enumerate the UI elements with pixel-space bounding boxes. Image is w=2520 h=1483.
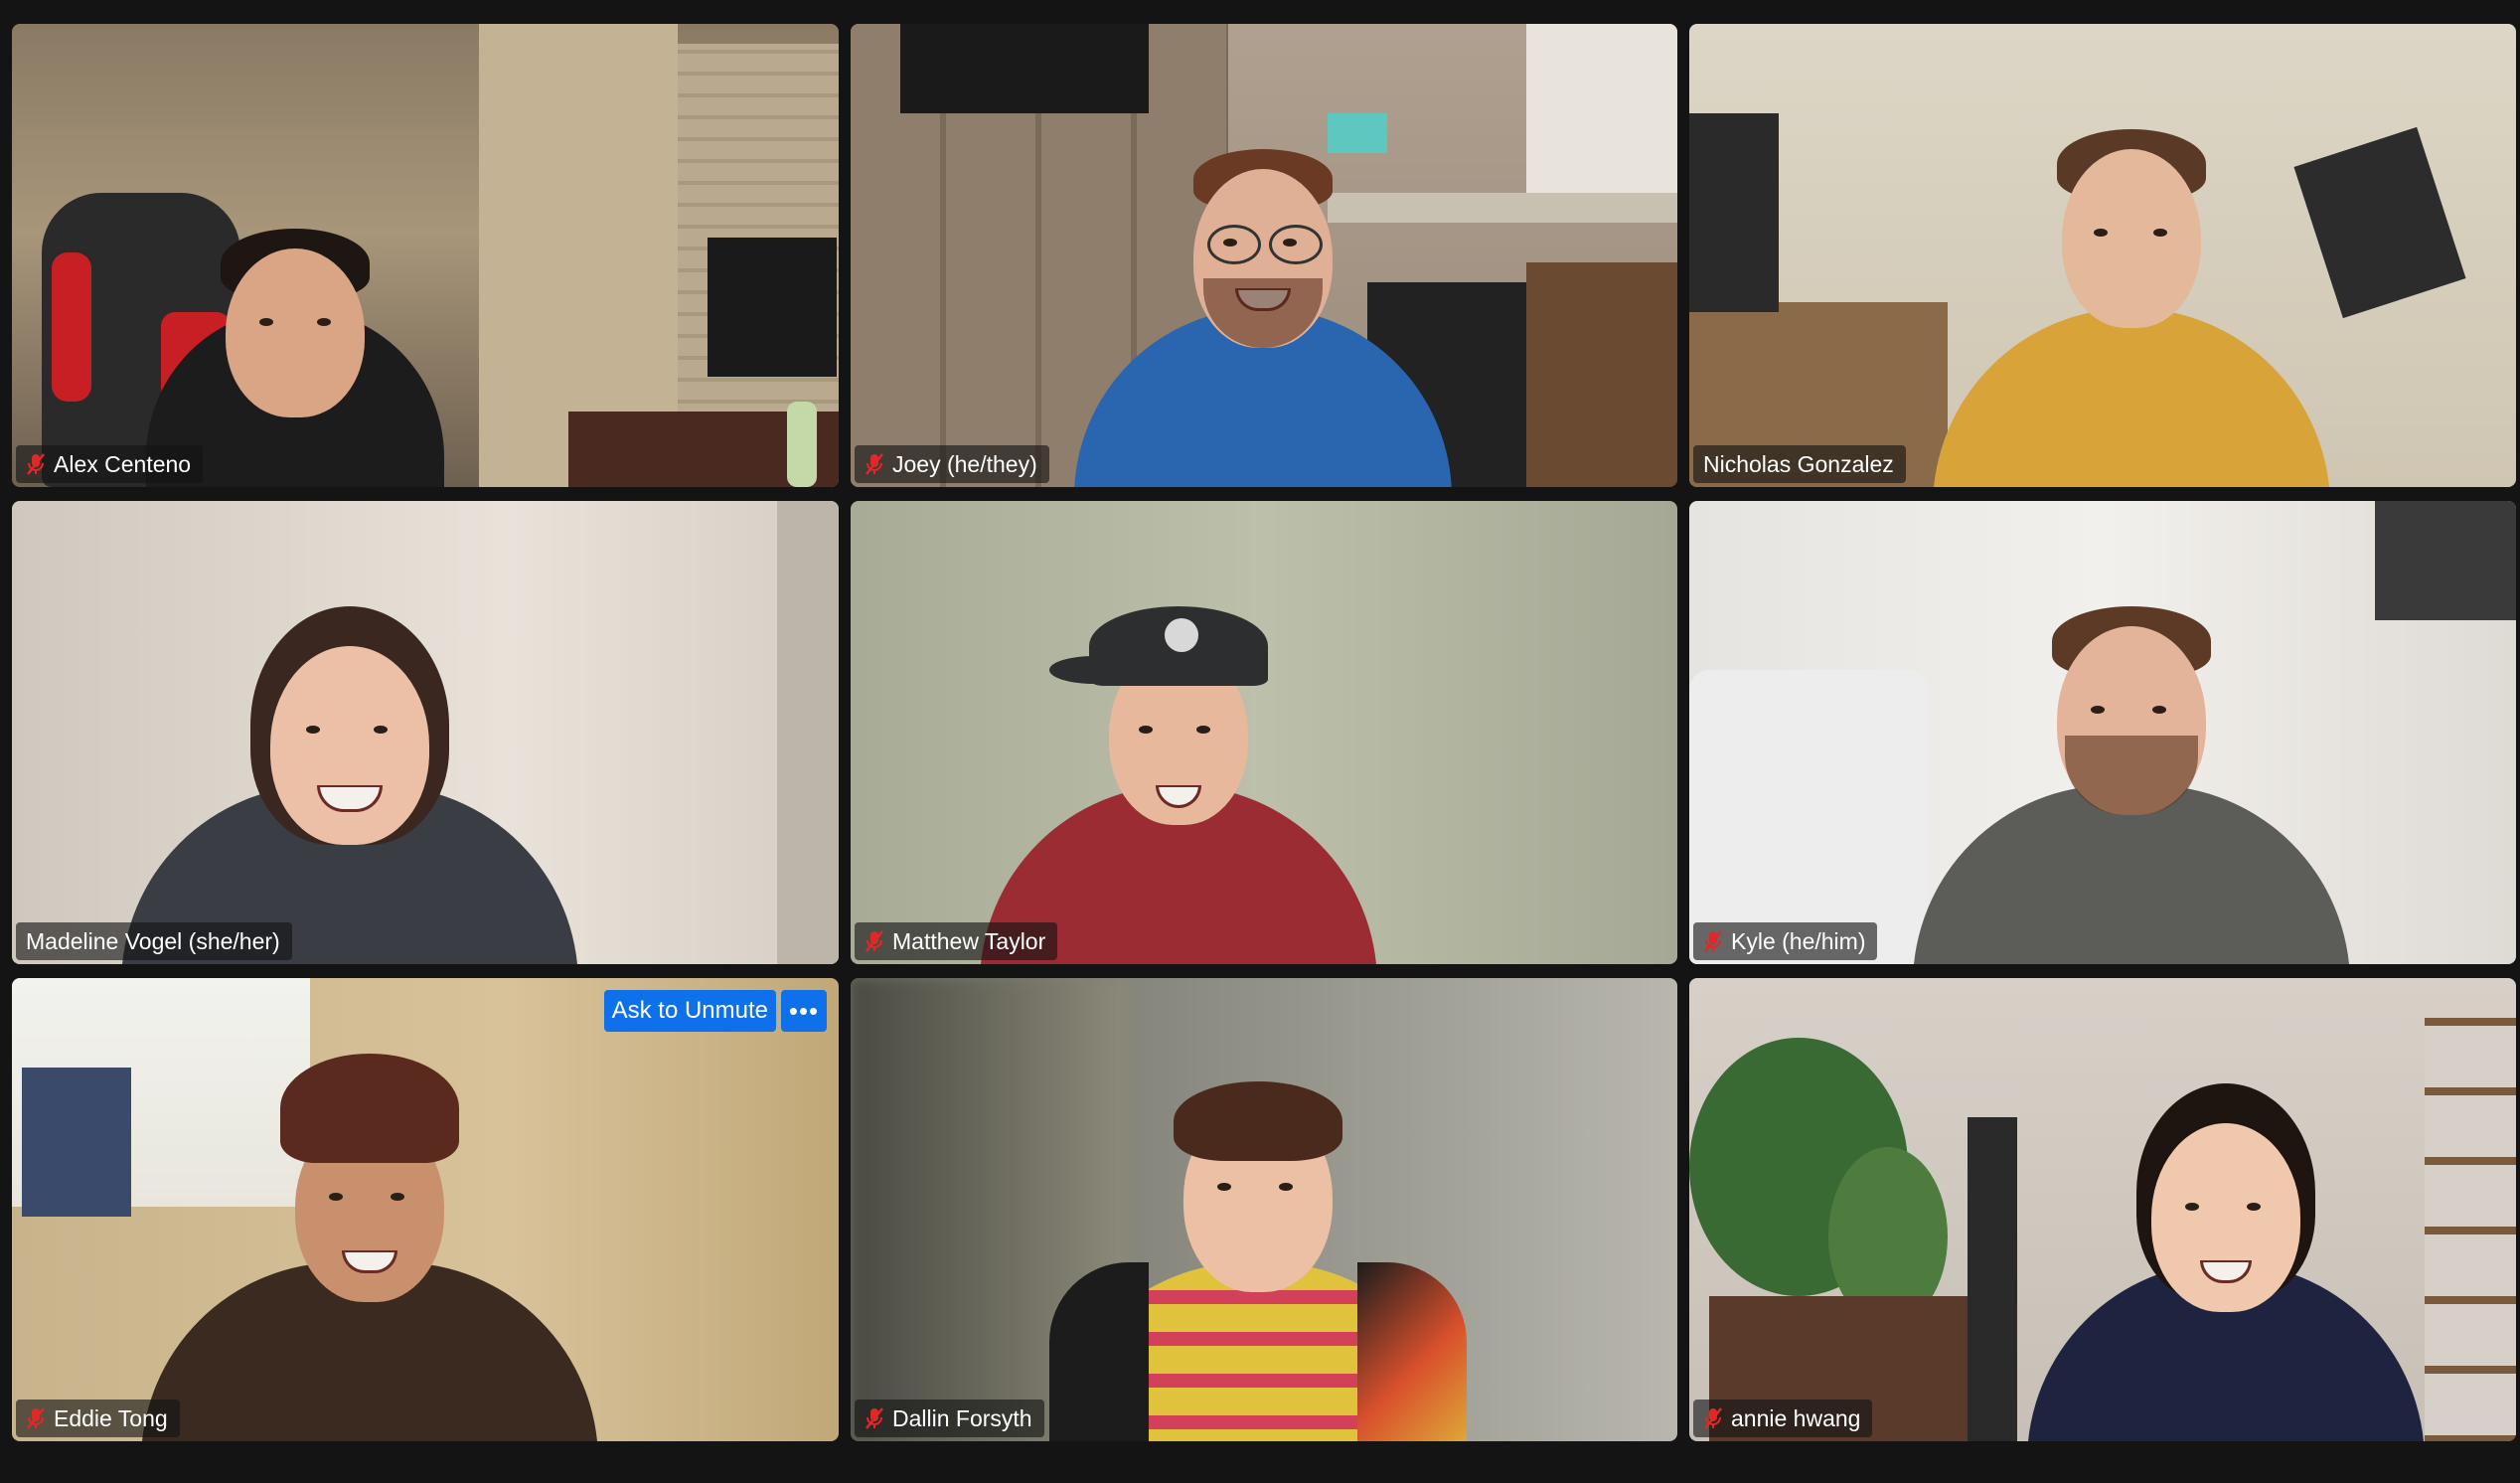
video-tile-alex-centeno[interactable]: Alex Centeno — [12, 24, 839, 487]
participant-video — [1913, 547, 2350, 964]
video-tile-dallin-forsyth[interactable]: Dallin Forsyth — [851, 978, 1677, 1441]
participant-video — [2017, 1024, 2435, 1441]
video-feed — [1689, 501, 2516, 964]
video-feed — [12, 978, 839, 1441]
participant-name: Joey (he/they) — [892, 450, 1037, 477]
participant-name-tag: Eddie Tong — [16, 1400, 180, 1437]
participant-video — [1054, 70, 1472, 487]
participant-name: annie hwang — [1731, 1404, 1861, 1431]
participant-name: Madeline Vogel (she/her) — [26, 927, 280, 954]
muted-microphone-icon — [1703, 1406, 1723, 1430]
participant-name-tag: Joey (he/they) — [855, 445, 1049, 483]
participant-video — [141, 1024, 598, 1441]
participant-name: Alex Centeno — [54, 450, 192, 477]
video-tile-joey[interactable]: Joey (he/they) — [851, 24, 1677, 487]
video-tile-madeline-vogel[interactable]: Madeline Vogel (she/her) — [12, 501, 839, 964]
participant-name: Eddie Tong — [54, 1404, 168, 1431]
video-feed — [1689, 24, 2516, 487]
participant-name-tag: Alex Centeno — [16, 445, 204, 483]
gallery-view: Alex Centeno Joey (he/they) Nicholas Gon… — [0, 0, 2520, 1483]
muted-microphone-icon — [865, 929, 884, 953]
participant-name: Nicholas Gonzalez — [1703, 450, 1894, 477]
video-tile-nicholas-gonzalez[interactable]: Nicholas Gonzalez — [1689, 24, 2516, 487]
participant-name-tag: Matthew Taylor — [855, 922, 1058, 960]
participant-video — [1923, 70, 2340, 487]
video-feed — [851, 501, 1677, 964]
muted-microphone-icon — [1703, 929, 1723, 953]
participant-name-tag: Nicholas Gonzalez — [1693, 445, 1906, 483]
participant-video — [1049, 1024, 1467, 1441]
video-feed — [851, 978, 1677, 1441]
video-feed — [851, 24, 1677, 487]
video-tile-kyle[interactable]: Kyle (he/him) — [1689, 501, 2516, 964]
participant-name-tag: Kyle (he/him) — [1693, 922, 1878, 960]
ellipsis-icon: ••• — [788, 995, 820, 1026]
participant-name: Matthew Taylor — [892, 927, 1046, 954]
more-options-button[interactable]: ••• — [781, 990, 827, 1032]
participant-hover-controls: Ask to Unmute ••• — [603, 990, 827, 1032]
muted-microphone-icon — [26, 452, 46, 476]
video-feed — [1689, 978, 2516, 1441]
participant-name: Dallin Forsyth — [892, 1404, 1032, 1431]
video-feed — [12, 501, 839, 964]
muted-microphone-icon — [865, 452, 884, 476]
participant-video — [970, 547, 1387, 964]
participant-name-tag: annie hwang — [1693, 1400, 1873, 1437]
participant-video — [86, 70, 504, 487]
video-tile-eddie-tong[interactable]: Ask to Unmute ••• Eddie Tong — [12, 978, 839, 1441]
participant-video — [121, 547, 578, 964]
participant-name: Kyle (he/him) — [1731, 927, 1866, 954]
video-tile-annie-hwang[interactable]: annie hwang — [1689, 978, 2516, 1441]
muted-microphone-icon — [865, 1406, 884, 1430]
participant-name-tag: Madeline Vogel (she/her) — [16, 922, 292, 960]
video-feed — [12, 24, 839, 487]
video-tile-matthew-taylor[interactable]: Matthew Taylor — [851, 501, 1677, 964]
ask-to-unmute-button[interactable]: Ask to Unmute — [603, 990, 776, 1032]
muted-microphone-icon — [26, 1406, 46, 1430]
participant-name-tag: Dallin Forsyth — [855, 1400, 1044, 1437]
